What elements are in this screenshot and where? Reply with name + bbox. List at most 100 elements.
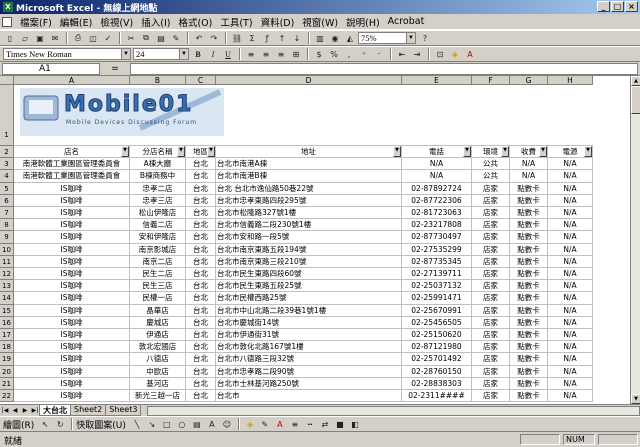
table-cell[interactable]: 02-87892724 bbox=[402, 182, 472, 195]
table-cell[interactable]: N/A bbox=[548, 353, 593, 366]
table-cell[interactable]: 02-25037132 bbox=[402, 280, 472, 293]
menu-data[interactable]: 資料(D) bbox=[257, 15, 299, 29]
vertical-scrollbar[interactable]: ▲ ▼ bbox=[630, 76, 640, 404]
close-button[interactable]: × bbox=[625, 1, 638, 12]
filter-dropdown-icon[interactable]: ▼ bbox=[121, 146, 129, 158]
table-cell[interactable]: 台北市南京東路三段210號 bbox=[216, 255, 402, 268]
table-cell[interactable]: 民生二店 bbox=[130, 268, 186, 281]
name-box[interactable]: A1 bbox=[2, 62, 100, 75]
3d-icon[interactable]: ◧ bbox=[348, 418, 362, 431]
table-cell[interactable]: N/A bbox=[548, 255, 593, 268]
menu-window[interactable]: 視窗(W) bbox=[298, 15, 342, 29]
line-icon[interactable]: ╲ bbox=[130, 418, 144, 431]
sheet-tab-sheet3[interactable]: Sheet3 bbox=[105, 405, 142, 416]
filter-dropdown-icon[interactable]: ▼ bbox=[177, 146, 185, 158]
table-cell[interactable]: 02-87121980 bbox=[402, 341, 472, 354]
table-cell[interactable]: 點數卡 bbox=[510, 231, 548, 244]
table-cell[interactable]: IS咖啡 bbox=[14, 304, 130, 317]
table-cell[interactable]: 敦北宏國店 bbox=[130, 341, 186, 354]
table-cell[interactable]: 台北市中山北路二段39巷1號1樓 bbox=[216, 304, 402, 317]
table-cell[interactable]: 店家 bbox=[472, 194, 510, 207]
table-cell[interactable]: 店家 bbox=[472, 207, 510, 220]
menu-acrobat[interactable]: Acrobat bbox=[384, 16, 429, 27]
font-color-icon[interactable]: A bbox=[463, 48, 477, 61]
align-center-icon[interactable]: ≡ bbox=[259, 48, 273, 61]
table-cell[interactable]: 點數卡 bbox=[510, 182, 548, 195]
cell[interactable] bbox=[402, 85, 472, 146]
bold-button[interactable]: B bbox=[191, 48, 205, 61]
table-cell[interactable]: N/A bbox=[548, 219, 593, 232]
fill-color-icon[interactable]: ◈ bbox=[448, 48, 462, 61]
hyperlink-icon[interactable]: ⛓ bbox=[230, 32, 244, 45]
row-header[interactable]: 16 bbox=[0, 316, 14, 329]
table-cell[interactable]: 店家 bbox=[472, 365, 510, 378]
table-cell[interactable]: 台北 bbox=[186, 207, 216, 220]
table-cell[interactable]: N/A bbox=[510, 170, 548, 183]
autoshapes-menu[interactable]: 快取圖案(U) bbox=[76, 418, 126, 431]
table-cell[interactable]: 台北市敦化北路167號1樓 bbox=[216, 341, 402, 354]
row-header[interactable]: 10 bbox=[0, 243, 14, 256]
table-cell[interactable]: 點數卡 bbox=[510, 329, 548, 342]
sort-ascending-icon[interactable]: ↑ bbox=[275, 32, 289, 45]
row-header[interactable]: 8 bbox=[0, 219, 14, 232]
comma-button[interactable]: , bbox=[342, 48, 356, 61]
table-cell[interactable]: IS咖啡 bbox=[14, 207, 130, 220]
table-cell[interactable]: N/A bbox=[548, 280, 593, 293]
table-cell[interactable]: IS咖啡 bbox=[14, 219, 130, 232]
table-cell[interactable]: IS咖啡 bbox=[14, 194, 130, 207]
table-cell[interactable]: 台北 bbox=[186, 170, 216, 183]
table-cell[interactable]: 新光三越一店 bbox=[130, 390, 186, 403]
table-cell[interactable]: N/A bbox=[548, 170, 593, 183]
table-cell[interactable]: 南港軟體工業園區管理委員會 bbox=[14, 170, 130, 183]
table-cell[interactable]: 台北 bbox=[186, 316, 216, 329]
header-cell[interactable]: 地址 ▼ bbox=[216, 146, 402, 159]
font-color-icon[interactable]: A bbox=[273, 418, 287, 431]
table-cell[interactable]: IS咖啡 bbox=[14, 243, 130, 256]
table-cell[interactable]: N/A bbox=[548, 207, 593, 220]
spreadsheet-grid[interactable]: A B C D E F G H 1 2 3 4 5 6 7 8 9 10 11 12 13 14 15 16 17 18 19 20 2… bbox=[0, 76, 640, 404]
row-header[interactable]: 20 bbox=[0, 365, 14, 378]
maximize-button[interactable]: □ bbox=[611, 1, 624, 12]
table-cell[interactable]: 八德店 bbox=[130, 353, 186, 366]
table-cell[interactable]: 台北 bbox=[186, 158, 216, 171]
arrow-icon[interactable]: ↘ bbox=[145, 418, 159, 431]
filter-dropdown-icon[interactable]: ▼ bbox=[584, 146, 592, 158]
table-cell[interactable]: A棟大廳 bbox=[130, 158, 186, 171]
map-icon[interactable]: ◉ bbox=[328, 32, 342, 45]
column-header-e[interactable]: E bbox=[402, 76, 472, 85]
row-header[interactable]: 14 bbox=[0, 292, 14, 305]
row-header[interactable]: 17 bbox=[0, 329, 14, 342]
table-cell[interactable]: 02-2311#### bbox=[402, 390, 472, 403]
table-cell[interactable]: 忠孝三店 bbox=[130, 194, 186, 207]
table-cell[interactable]: 台北 bbox=[186, 341, 216, 354]
table-cell[interactable]: N/A bbox=[548, 182, 593, 195]
undo-icon[interactable]: ↶ bbox=[192, 32, 206, 45]
table-cell[interactable]: 台北市忠孝東路四段295號 bbox=[216, 194, 402, 207]
table-cell[interactable]: IS咖啡 bbox=[14, 329, 130, 342]
menu-help[interactable]: 說明(H) bbox=[342, 15, 384, 29]
column-header-c[interactable]: C bbox=[186, 76, 216, 85]
table-cell[interactable]: 台北市伊通街31號 bbox=[216, 329, 402, 342]
table-cell[interactable]: 店家 bbox=[472, 292, 510, 305]
table-cell[interactable]: N/A bbox=[548, 158, 593, 171]
table-cell[interactable]: N/A bbox=[548, 377, 593, 390]
column-header-a[interactable]: A bbox=[14, 76, 130, 85]
mail-icon[interactable]: ✉ bbox=[48, 32, 62, 45]
header-cell[interactable]: 環境 ▼ bbox=[472, 146, 510, 159]
table-cell[interactable]: 點數卡 bbox=[510, 243, 548, 256]
table-cell[interactable]: 02-81723063 bbox=[402, 207, 472, 220]
table-cell[interactable]: 店家 bbox=[472, 255, 510, 268]
underline-button[interactable]: U bbox=[221, 48, 235, 61]
drawing-icon[interactable]: ◭ bbox=[343, 32, 357, 45]
table-cell[interactable]: 慶城店 bbox=[130, 316, 186, 329]
table-cell[interactable]: 店家 bbox=[472, 231, 510, 244]
formula-input[interactable] bbox=[130, 62, 638, 75]
select-all-corner[interactable] bbox=[0, 76, 14, 85]
table-cell[interactable]: 忠孝二店 bbox=[130, 182, 186, 195]
table-cell[interactable]: 台北 bbox=[186, 304, 216, 317]
table-cell[interactable]: 店家 bbox=[472, 304, 510, 317]
fill-color-icon[interactable]: ◈ bbox=[243, 418, 257, 431]
table-cell[interactable]: N/A bbox=[548, 304, 593, 317]
font-name-select[interactable]: Times New Roman ▼ bbox=[3, 48, 131, 60]
table-cell[interactable]: 台北市八德路三段32號 bbox=[216, 353, 402, 366]
